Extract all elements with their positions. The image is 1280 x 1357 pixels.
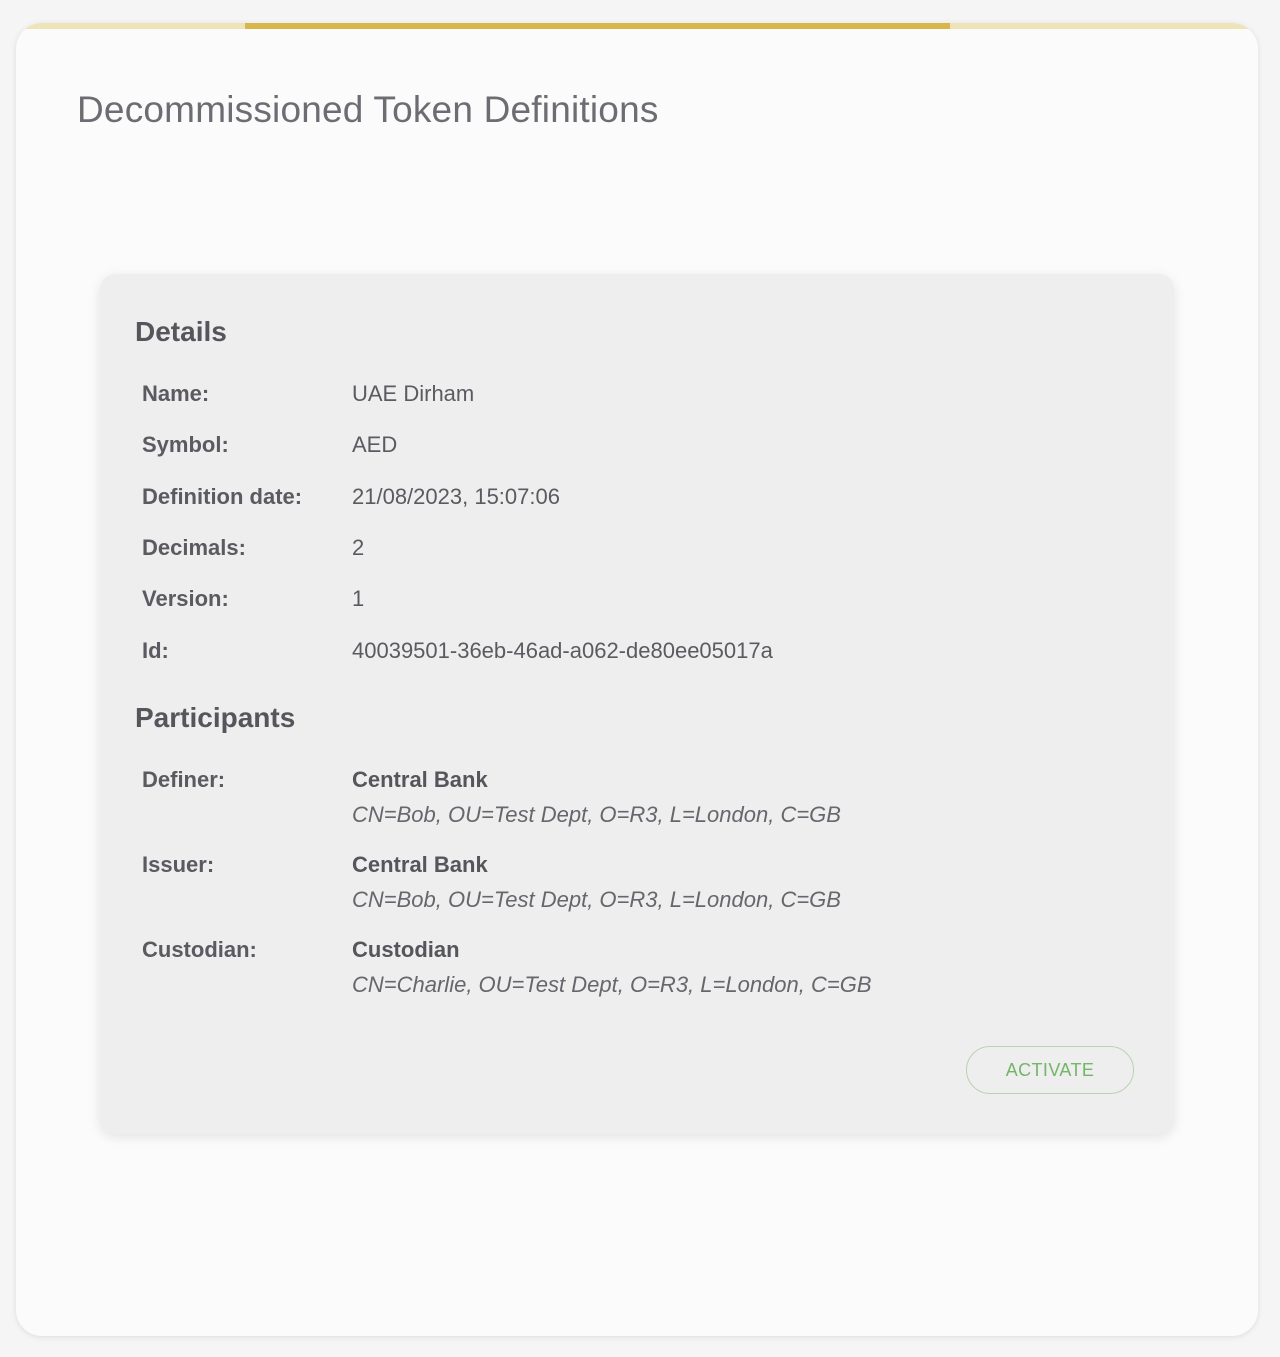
decimals-label: Decimals: [142, 535, 246, 560]
definer-distinguished-name: CN=Bob, OU=Test Dept, O=R3, L=London, C=… [352, 802, 841, 827]
issuer-distinguished-name: CN=Bob, OU=Test Dept, O=R3, L=London, C=… [352, 887, 841, 912]
custodian-label: Custodian: [142, 937, 257, 962]
symbol-label: Symbol: [142, 432, 229, 457]
participants-heading: Participants [135, 702, 296, 733]
symbol-value: AED [352, 432, 398, 457]
custodian-name: Custodian [352, 937, 460, 962]
loading-progress-fill [245, 23, 950, 29]
definer-name: Central Bank [352, 767, 488, 792]
version-label: Version: [142, 586, 229, 611]
loading-progress-bar [16, 23, 1258, 29]
definition-date-value: 21/08/2023, 15:07:06 [352, 484, 560, 509]
name-label: Name: [142, 381, 210, 406]
version-value: 1 [352, 586, 365, 611]
id-value: 40039501-36eb-46ad-a062-de80ee05017a [352, 638, 773, 663]
issuer-name: Central Bank [352, 852, 488, 877]
name-value: UAE Dirham [352, 381, 475, 406]
activate-button[interactable]: ACTIVATE [966, 1046, 1134, 1094]
issuer-label: Issuer: [142, 852, 215, 877]
page-title: Decommissioned Token Definitions [77, 89, 659, 130]
token-definition-card: Details Name: UAE Dirham Symbol: AED Def… [100, 274, 1174, 1134]
token-definitions-panel: Decommissioned Token Definitions Details… [16, 23, 1258, 1336]
details-heading: Details [135, 316, 227, 347]
decimals-value: 2 [352, 535, 365, 560]
definition-date-label: Definition date: [142, 484, 303, 509]
id-label: Id: [142, 638, 169, 663]
definer-label: Definer: [142, 767, 226, 792]
custodian-distinguished-name: CN=Charlie, OU=Test Dept, O=R3, L=London… [352, 972, 872, 997]
